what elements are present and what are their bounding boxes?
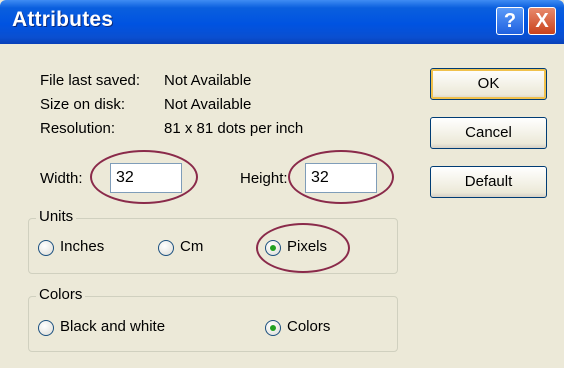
- cancel-button[interactable]: Cancel: [430, 117, 547, 149]
- units-group-title: Units: [36, 208, 77, 225]
- radio-colors-label[interactable]: Colors: [287, 318, 330, 335]
- title-bar[interactable]: Attributes ? X: [0, 0, 564, 44]
- window-title: Attributes: [12, 8, 114, 31]
- file-last-saved-value: Not Available: [164, 72, 252, 89]
- width-input[interactable]: 32: [110, 163, 182, 193]
- ok-button[interactable]: OK: [430, 68, 547, 100]
- size-on-disk-value: Not Available: [164, 96, 252, 113]
- default-button[interactable]: Default: [430, 166, 547, 198]
- radio-black-and-white-label[interactable]: Black and white: [60, 318, 165, 335]
- help-icon[interactable]: ?: [496, 7, 524, 35]
- radio-inches[interactable]: [38, 240, 54, 256]
- radio-black-and-white[interactable]: [38, 320, 54, 336]
- width-label: Width:: [40, 170, 83, 187]
- radio-colors[interactable]: [265, 320, 281, 336]
- radio-cm[interactable]: [158, 240, 174, 256]
- radio-pixels[interactable]: [265, 240, 281, 256]
- radio-pixels-label[interactable]: Pixels: [287, 238, 327, 255]
- attributes-dialog: Attributes ? X File last saved: Not Avai…: [0, 0, 564, 368]
- height-label: Height:: [240, 170, 288, 187]
- radio-cm-label[interactable]: Cm: [180, 238, 203, 255]
- height-input[interactable]: 32: [305, 163, 377, 193]
- radio-inches-label[interactable]: Inches: [60, 238, 104, 255]
- file-last-saved-label: File last saved:: [40, 72, 141, 89]
- colors-group-title: Colors: [36, 286, 86, 303]
- size-on-disk-label: Size on disk:: [40, 96, 126, 113]
- resolution-value: 81 x 81 dots per inch: [164, 120, 304, 137]
- resolution-label: Resolution:: [40, 120, 116, 137]
- close-icon[interactable]: X: [528, 7, 556, 35]
